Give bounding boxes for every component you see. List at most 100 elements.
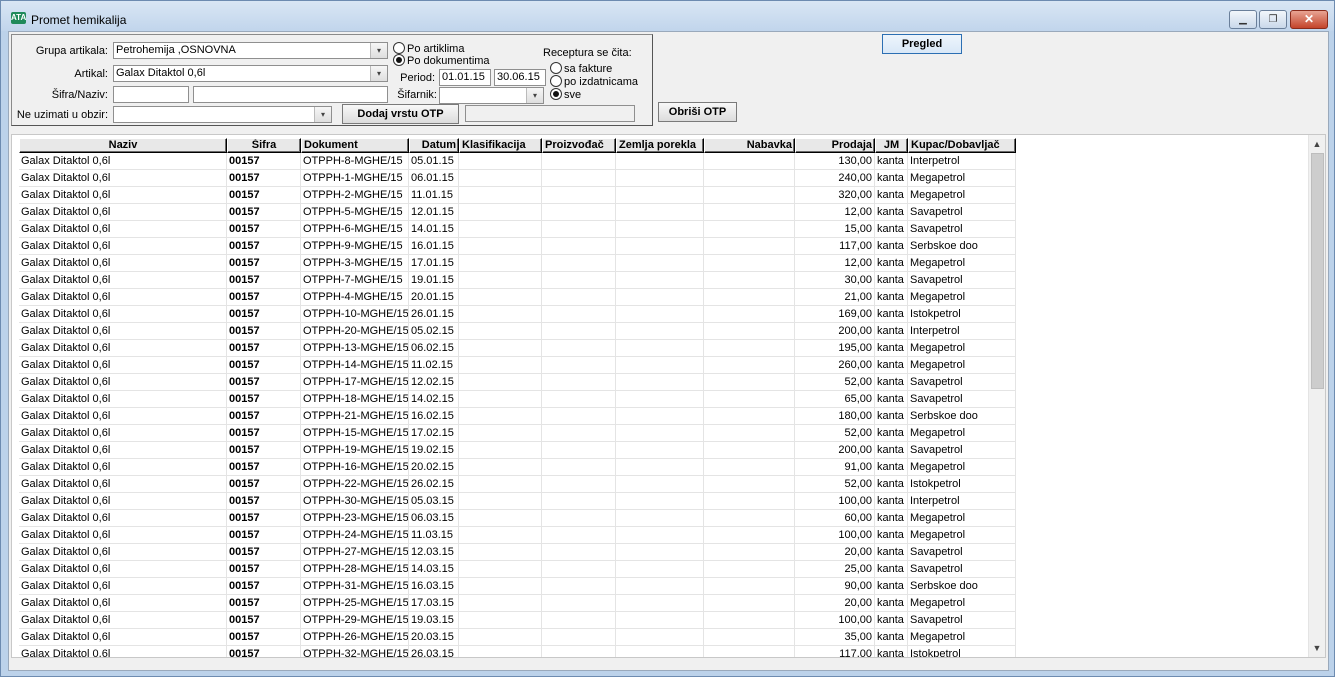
table-row[interactable]: Galax Ditaktol 0,6l 00157 OTPPH-7-MGHE/15 1… xyxy=(19,272,1016,289)
header-sifra[interactable]: Šifra xyxy=(227,138,301,153)
header-kupac-dobavljac[interactable]: Kupac/Dobavljač xyxy=(908,138,1016,153)
cell-klasifikacija xyxy=(459,323,542,339)
table-row[interactable]: Galax Ditaktol 0,6l 00157 OTPPH-17-MGHE/15… xyxy=(19,374,1016,391)
table-row[interactable]: Galax Ditaktol 0,6l 00157 OTPPH-8-MGHE/15 0… xyxy=(19,153,1016,170)
header-nabavka[interactable]: Nabavka xyxy=(704,138,795,153)
cell-jm: kanta xyxy=(875,255,908,271)
scroll-up-icon[interactable]: ▲ xyxy=(1309,137,1325,151)
table-row[interactable]: Galax Ditaktol 0,6l 00157 OTPPH-21-MGHE/15… xyxy=(19,408,1016,425)
cell-sifra: 00157 xyxy=(227,578,301,594)
cell-jm: kanta xyxy=(875,153,908,169)
sa-fakture-radio[interactable]: sa fakture xyxy=(550,62,612,75)
cell-datum: 20.02.15 xyxy=(409,459,459,475)
cell-naziv: Galax Ditaktol 0,6l xyxy=(19,272,227,288)
table-row[interactable]: Galax Ditaktol 0,6l 00157 OTPPH-9-MGHE/15 1… xyxy=(19,238,1016,255)
results-grid[interactable]: Naziv Šifra Dokument Datum Klasifikacija Proi… xyxy=(11,134,1326,658)
grupa-combo[interactable]: Petrohemija ,OSNOVNA ▾ xyxy=(113,42,388,59)
cell-datum: 11.03.15 xyxy=(409,527,459,543)
table-row[interactable]: Galax Ditaktol 0,6l 00157 OTPPH-27-MGHE/15… xyxy=(19,544,1016,561)
sifarnik-combo[interactable]: ▾ xyxy=(439,87,544,104)
header-proizvodjac[interactable]: Proizvođač xyxy=(542,138,616,153)
header-prodaja[interactable]: Prodaja xyxy=(795,138,875,153)
maximize-button[interactable]: ❐ xyxy=(1259,10,1287,29)
pregled-button[interactable]: Pregled xyxy=(882,34,962,54)
cell-sifra: 00157 xyxy=(227,425,301,441)
table-row[interactable]: Galax Ditaktol 0,6l 00157 OTPPH-18-MGHE/15… xyxy=(19,391,1016,408)
chevron-down-icon[interactable]: ▾ xyxy=(370,66,387,81)
cell-prodaja: 52,00 xyxy=(795,425,875,441)
artikal-combo[interactable]: Galax Ditaktol 0,6l ▾ xyxy=(113,65,388,82)
scroll-down-icon[interactable]: ▼ xyxy=(1309,641,1325,655)
cell-kupac-dobavljac: Savapetrol xyxy=(908,221,1016,237)
cell-prodaja: 91,00 xyxy=(795,459,875,475)
cell-zemlja-porekla xyxy=(616,170,704,186)
header-jm[interactable]: JM xyxy=(875,138,908,153)
sifra-input[interactable] xyxy=(113,86,189,103)
table-row[interactable]: Galax Ditaktol 0,6l 00157 OTPPH-31-MGHE/15… xyxy=(19,578,1016,595)
table-row[interactable]: Galax Ditaktol 0,6l 00157 OTPPH-14-MGHE/15… xyxy=(19,357,1016,374)
table-row[interactable]: Galax Ditaktol 0,6l 00157 OTPPH-23-MGHE/15… xyxy=(19,510,1016,527)
header-datum[interactable]: Datum xyxy=(409,138,459,153)
cell-klasifikacija xyxy=(459,425,542,441)
po-dokumentima-radio[interactable]: Po dokumentima xyxy=(393,54,490,67)
table-row[interactable]: Galax Ditaktol 0,6l 00157 OTPPH-26-MGHE/15… xyxy=(19,629,1016,646)
period-to-input[interactable]: 30.06.15 xyxy=(494,69,546,86)
table-row[interactable]: Galax Ditaktol 0,6l 00157 OTPPH-13-MGHE/15… xyxy=(19,340,1016,357)
ne-uzimati-label: Ne uzimati u obzir: xyxy=(16,109,108,121)
table-row[interactable]: Galax Ditaktol 0,6l 00157 OTPPH-28-MGHE/15… xyxy=(19,561,1016,578)
period-from-input[interactable]: 01.01.15 xyxy=(439,69,491,86)
cell-datum: 14.01.15 xyxy=(409,221,459,237)
cell-zemlja-porekla xyxy=(616,493,704,509)
close-button[interactable]: ✕ xyxy=(1290,10,1328,29)
table-row[interactable]: Galax Ditaktol 0,6l 00157 OTPPH-22-MGHE/15… xyxy=(19,476,1016,493)
table-row[interactable]: Galax Ditaktol 0,6l 00157 OTPPH-20-MGHE/15… xyxy=(19,323,1016,340)
table-row[interactable]: Galax Ditaktol 0,6l 00157 OTPPH-4-MGHE/15 2… xyxy=(19,289,1016,306)
table-row[interactable]: Galax Ditaktol 0,6l 00157 OTPPH-24-MGHE/15… xyxy=(19,527,1016,544)
sve-radio[interactable]: sve xyxy=(550,88,581,101)
table-row[interactable]: Galax Ditaktol 0,6l 00157 OTPPH-29-MGHE/15… xyxy=(19,612,1016,629)
minimize-button[interactable]: ▁ xyxy=(1229,10,1257,29)
window-title: Promet hemikalija xyxy=(31,13,127,27)
table-row[interactable]: Galax Ditaktol 0,6l 00157 OTPPH-25-MGHE/15… xyxy=(19,595,1016,612)
table-row[interactable]: Galax Ditaktol 0,6l 00157 OTPPH-2-MGHE/15 1… xyxy=(19,187,1016,204)
table-row[interactable]: Galax Ditaktol 0,6l 00157 OTPPH-10-MGHE/15… xyxy=(19,306,1016,323)
cell-sifra: 00157 xyxy=(227,612,301,628)
header-naziv[interactable]: Naziv xyxy=(19,138,227,153)
header-dokument[interactable]: Dokument xyxy=(301,138,409,153)
cell-dokument: OTPPH-26-MGHE/15 xyxy=(303,629,409,645)
chevron-down-icon[interactable]: ▾ xyxy=(314,107,331,122)
table-row[interactable]: Galax Ditaktol 0,6l 00157 OTPPH-5-MGHE/15 1… xyxy=(19,204,1016,221)
cell-prodaja: 200,00 xyxy=(795,442,875,458)
header-zemlja-porekla[interactable]: Zemlja porekla xyxy=(616,138,704,153)
table-row[interactable]: Galax Ditaktol 0,6l 00157 OTPPH-30-MGHE/15… xyxy=(19,493,1016,510)
table-row[interactable]: Galax Ditaktol 0,6l 00157 OTPPH-1-MGHE/15 0… xyxy=(19,170,1016,187)
cell-dokument: OTPPH-1-MGHE/15 xyxy=(301,170,409,186)
chevron-down-icon[interactable]: ▾ xyxy=(370,43,387,58)
cell-datum: 14.03.15 xyxy=(409,561,459,577)
cell-prodaja: 35,00 xyxy=(795,629,875,645)
scroll-thumb[interactable] xyxy=(1311,153,1324,389)
cell-datum: 19.02.15 xyxy=(409,442,459,458)
cell-naziv: Galax Ditaktol 0,6l xyxy=(19,391,227,407)
chevron-down-icon[interactable]: ▾ xyxy=(526,88,543,103)
vertical-scrollbar[interactable]: ▲ ▼ xyxy=(1308,135,1325,657)
period-label: Period: xyxy=(400,72,435,84)
table-row[interactable]: Galax Ditaktol 0,6l 00157 OTPPH-6-MGHE/15 1… xyxy=(19,221,1016,238)
ne-uzimati-combo[interactable]: ▾ xyxy=(113,106,332,123)
cell-zemlja-porekla xyxy=(616,374,704,390)
header-klasifikacija[interactable]: Klasifikacija xyxy=(459,138,542,153)
obrisi-otp-button[interactable]: Obriši OTP xyxy=(658,102,737,122)
title-bar[interactable]: ATA Promet hemikalija ▁ ❐ ✕ xyxy=(1,1,1334,31)
table-row[interactable]: Galax Ditaktol 0,6l 00157 OTPPH-3-MGHE/15 1… xyxy=(19,255,1016,272)
naziv-input[interactable] xyxy=(193,86,388,103)
cell-prodaja: 20,00 xyxy=(795,595,875,611)
table-row[interactable]: Galax Ditaktol 0,6l 00157 OTPPH-32-MGHE/15… xyxy=(19,646,1016,657)
po-izdatnicama-radio[interactable]: po izdatnicama xyxy=(550,75,638,88)
cell-proizvodjac xyxy=(542,612,616,628)
table-row[interactable]: Galax Ditaktol 0,6l 00157 OTPPH-16-MGHE/15… xyxy=(19,459,1016,476)
table-row[interactable]: Galax Ditaktol 0,6l 00157 OTPPH-15-MGHE/15… xyxy=(19,425,1016,442)
cell-sifra: 00157 xyxy=(227,476,301,492)
table-row[interactable]: Galax Ditaktol 0,6l 00157 OTPPH-19-MGHE/15… xyxy=(19,442,1016,459)
cell-proizvodjac xyxy=(542,527,616,543)
dodaj-vrstu-otp-button[interactable]: Dodaj vrstu OTP xyxy=(342,104,459,124)
